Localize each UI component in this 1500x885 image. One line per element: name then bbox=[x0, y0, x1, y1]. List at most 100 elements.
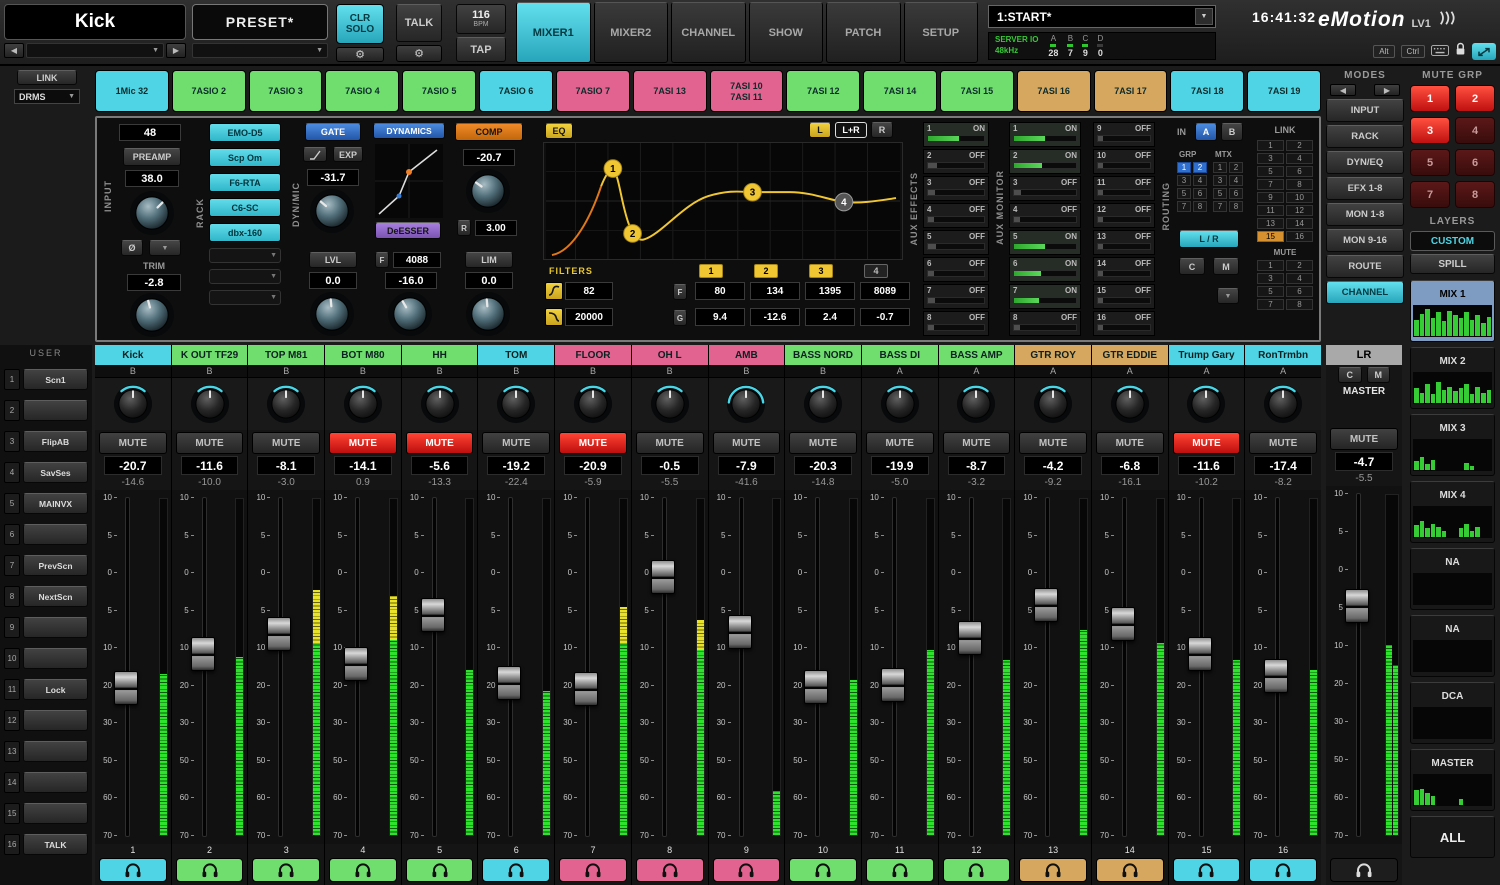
aux-send[interactable]: 4OFF bbox=[1009, 203, 1081, 228]
input-channel-tab[interactable]: 7ASI 107ASI 11 bbox=[710, 70, 784, 112]
prev-channel-button[interactable]: ◀ bbox=[4, 43, 24, 58]
group-assign-cell[interactable]: 4 bbox=[1193, 175, 1207, 186]
aux-send[interactable]: 9OFF bbox=[1093, 122, 1155, 147]
fader-track[interactable] bbox=[1045, 497, 1050, 837]
user-assign-button[interactable] bbox=[23, 648, 88, 669]
user-assign-button[interactable] bbox=[23, 741, 88, 762]
mute-button[interactable]: MUTE bbox=[329, 432, 397, 454]
master-m-button[interactable]: M bbox=[1367, 367, 1391, 383]
channel-name-button[interactable]: RonTrmbn bbox=[1245, 345, 1321, 365]
aux-send[interactable]: 13OFF bbox=[1093, 230, 1155, 255]
user-assign-button[interactable]: Scn1 bbox=[23, 369, 88, 390]
modes-prev-button[interactable]: ◀ bbox=[1330, 84, 1356, 96]
group-assign-cell[interactable]: 5 bbox=[1177, 188, 1191, 199]
mute-button[interactable]: MUTE bbox=[482, 432, 550, 454]
deesser-freq-value[interactable]: 4088 bbox=[393, 252, 441, 268]
aux-send[interactable]: 5ON bbox=[1009, 230, 1081, 255]
comp-output-knob[interactable] bbox=[465, 291, 513, 339]
mute-button[interactable]: MUTE bbox=[943, 432, 1011, 454]
mute-button[interactable]: MUTE bbox=[1249, 432, 1317, 454]
preamp-button[interactable]: PREAMP bbox=[123, 148, 181, 166]
user-assign-button[interactable]: PrevScn bbox=[23, 555, 88, 576]
fader-handle[interactable] bbox=[497, 666, 521, 700]
fader-track[interactable] bbox=[815, 497, 820, 837]
selected-channel-display[interactable]: Kick bbox=[4, 4, 186, 40]
link-cell[interactable]: 12 bbox=[1286, 205, 1313, 216]
channel-name-button[interactable]: Trump Gary bbox=[1169, 345, 1245, 365]
fader-handle[interactable] bbox=[958, 621, 982, 655]
pan-knob[interactable] bbox=[555, 378, 631, 430]
user-assign-button[interactable]: NextScn bbox=[23, 586, 88, 607]
fader-handle[interactable] bbox=[651, 560, 675, 594]
link-button[interactable]: LINK bbox=[17, 70, 77, 85]
user-assign-button[interactable] bbox=[23, 524, 88, 545]
input-channel-tab[interactable]: 1Mic 32 bbox=[95, 70, 169, 112]
input-channel-tab[interactable]: 7ASI 19 bbox=[1247, 70, 1321, 112]
master-bus-name[interactable]: LR bbox=[1326, 345, 1402, 365]
fader-track[interactable] bbox=[1356, 493, 1361, 837]
aux-send[interactable]: 7OFF bbox=[923, 284, 989, 309]
preset-button[interactable]: PRESET* bbox=[192, 4, 328, 40]
comp-ratio-value[interactable]: 3.00 bbox=[475, 220, 517, 236]
tab-mixer2[interactable]: MIXER2 bbox=[594, 2, 669, 63]
next-channel-button[interactable]: ▶ bbox=[166, 43, 186, 58]
aux-send[interactable]: 5OFF bbox=[923, 230, 989, 255]
aux-send[interactable]: 2OFF bbox=[923, 149, 989, 174]
rack-empty-slot[interactable]: ▼ bbox=[209, 269, 281, 284]
mode-efx-1-8[interactable]: EFX 1-8 bbox=[1326, 177, 1404, 200]
eq-band-tab[interactable]: 2 bbox=[754, 264, 778, 278]
aux-send[interactable]: 4OFF bbox=[923, 203, 989, 228]
lpf-freq-value[interactable]: 20000 bbox=[565, 308, 613, 326]
limiter-button[interactable]: LIM bbox=[465, 252, 513, 268]
mode-channel[interactable]: CHANNEL bbox=[1326, 281, 1404, 304]
layer-bank-dca[interactable]: DCA bbox=[1410, 682, 1495, 744]
user-assign-button[interactable] bbox=[23, 772, 88, 793]
layer-bank-mix-4[interactable]: MIX 4 bbox=[1410, 481, 1495, 543]
window-expand-button[interactable] bbox=[1472, 43, 1496, 60]
link-cell[interactable]: 3 bbox=[1257, 153, 1284, 164]
custom-layer-button[interactable]: CUSTOM bbox=[1410, 231, 1495, 251]
fader-handle[interactable] bbox=[1111, 607, 1135, 641]
input-channel-tab[interactable]: 7ASI 13 bbox=[633, 70, 707, 112]
link-cell[interactable]: 1 bbox=[1257, 140, 1284, 151]
fader-handle[interactable] bbox=[344, 647, 368, 681]
session-dropdown[interactable]: ▼ bbox=[1195, 8, 1213, 25]
eq-band-freq[interactable]: 8089 bbox=[860, 282, 910, 300]
fader-handle[interactable] bbox=[574, 672, 598, 706]
cue-headphones-button[interactable] bbox=[1173, 858, 1241, 882]
mute-group-5[interactable]: 5 bbox=[1410, 149, 1450, 176]
layer-bank-mix-2[interactable]: MIX 2 bbox=[1410, 347, 1495, 409]
gate-output-value[interactable]: 0.0 bbox=[309, 272, 357, 289]
channel-name-button[interactable]: OH L bbox=[632, 345, 708, 365]
keyboard-icon[interactable] bbox=[1431, 43, 1449, 61]
layer-bank-mix-1[interactable]: MIX 1 bbox=[1410, 280, 1495, 342]
eq-band-freq[interactable]: 134 bbox=[750, 282, 800, 300]
fader-track[interactable] bbox=[278, 497, 283, 837]
mute-button[interactable]: MUTE bbox=[636, 432, 704, 454]
aux-send[interactable]: 8OFF bbox=[923, 311, 989, 336]
cue-headphones-button[interactable] bbox=[713, 858, 781, 882]
cue-headphones-button[interactable] bbox=[1019, 858, 1087, 882]
deesser-button[interactable]: DeESSER bbox=[375, 222, 441, 239]
solo-settings-button[interactable]: ⚙ bbox=[336, 47, 384, 62]
link-cell[interactable]: 8 bbox=[1286, 179, 1313, 190]
pan-knob[interactable] bbox=[939, 378, 1015, 430]
layer-bank-all[interactable]: ALL bbox=[1410, 816, 1495, 858]
gate-button[interactable]: GATE bbox=[305, 123, 361, 141]
channel-select-bar[interactable]: ▼ bbox=[26, 43, 164, 58]
group-assign-cell[interactable]: 1 bbox=[1177, 162, 1191, 173]
comp-output-value[interactable]: 0.0 bbox=[465, 272, 513, 289]
dynamics-curve-graph[interactable] bbox=[375, 144, 443, 218]
pan-knob[interactable] bbox=[1092, 378, 1168, 430]
link-mute-cell[interactable]: 7 bbox=[1257, 299, 1284, 310]
user-assign-button[interactable]: SavSes bbox=[23, 462, 88, 483]
layer-bank-na[interactable]: NA bbox=[1410, 548, 1495, 610]
link-mute-cell[interactable]: 6 bbox=[1286, 286, 1313, 297]
cue-headphones-button[interactable] bbox=[252, 858, 320, 882]
channel-name-button[interactable]: GTR EDDIE bbox=[1092, 345, 1168, 365]
channel-name-button[interactable]: TOM bbox=[478, 345, 554, 365]
link-cell[interactable]: 14 bbox=[1286, 218, 1313, 229]
matrix-assign-cell[interactable]: 6 bbox=[1229, 188, 1243, 199]
preamp-gain-knob[interactable] bbox=[129, 190, 177, 238]
aux-send[interactable]: 14OFF bbox=[1093, 257, 1155, 282]
